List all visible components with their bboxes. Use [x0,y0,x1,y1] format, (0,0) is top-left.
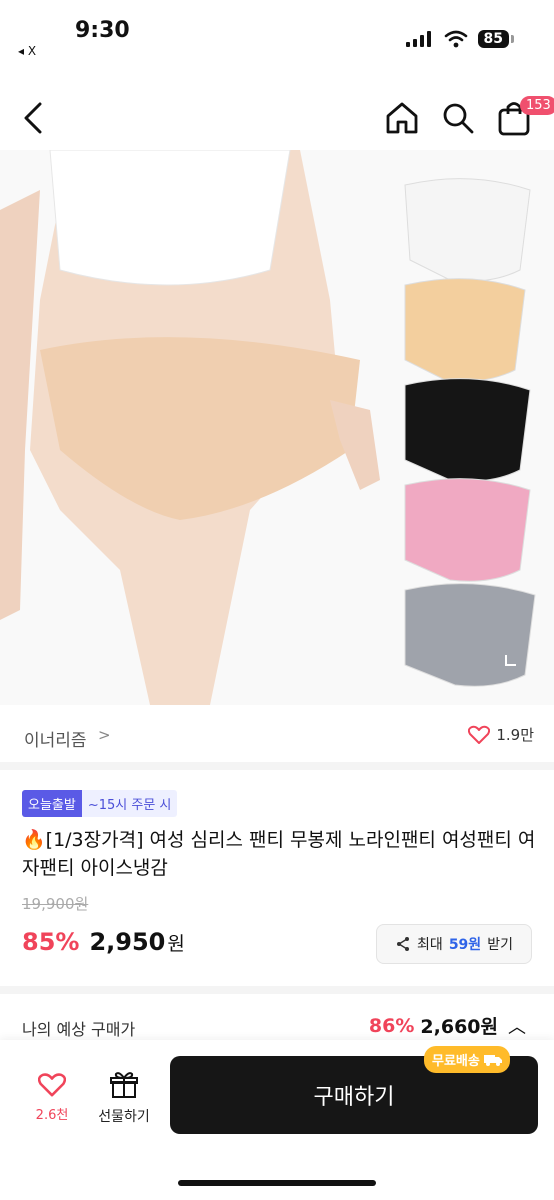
color-swatches [404,178,536,687]
truck-icon [483,1054,502,1066]
estimated-price-label: 나의 예상 구매가 [22,1020,136,1039]
home-icon[interactable] [384,100,420,136]
swatch-gray [404,583,536,687]
top-navigation [0,90,554,146]
battery-indicator: 85 [477,30,509,48]
back-arrow-icon[interactable] [18,98,50,138]
signal-icon [405,31,431,47]
search-icon[interactable] [440,100,476,136]
bottom-like-button[interactable]: 2.6천 [24,1072,80,1123]
coupon-button[interactable]: 최대 59원 받기 [376,924,532,964]
like-count: 1.9만 [496,726,534,744]
currency-unit: 원 [167,933,185,955]
status-bar: 9:30 ◂ X 85 [0,0,554,70]
product-image[interactable] [0,150,554,705]
wifi-icon [444,30,467,48]
battery-tip [511,35,514,43]
heart-icon [37,1073,67,1097]
badge-same-day: 오늘출발 [22,790,82,817]
delivery-badges: 오늘출발 ~15시 주문 시 [22,790,178,817]
back-to-app-link[interactable]: ◂ X [18,44,36,58]
coupon-prefix: 최대 [417,937,443,953]
free-shipping-label: 무료배송 [432,1054,480,1069]
estimated-discount: 86% [368,1014,415,1037]
bottom-action-bar: 2.6천 선물하기 구매하기 무료배송 [0,1040,554,1200]
product-title: 🔥[1/3장가격] 여성 심리스 팬티 무봉제 노라인팬티 여성팬티 여자팬티 … [22,829,536,879]
swatch-pink [404,478,531,582]
gift-label: 선물하기 [98,1109,150,1125]
section-divider [0,986,554,994]
original-price: 19,900원 [22,895,89,913]
home-indicator [178,1180,376,1186]
price-row: 85% 2,950 원 [22,928,185,956]
bottom-like-count: 2.6천 [35,1108,69,1123]
heart-icon [468,725,491,744]
white-crop-top [49,150,291,286]
estimated-price-values: 86% 2,660원 ︿ [369,1012,526,1039]
status-time: 9:30 [75,18,130,43]
gift-button[interactable]: 선물하기 [92,1070,156,1126]
free-shipping-badge: 무료배송 [424,1046,510,1073]
brand-row[interactable]: 이너리즘 > 1.9만 [0,718,554,758]
product-photo [0,150,554,705]
section-divider [0,762,554,770]
cart-count-badge: 153 [520,96,554,115]
sale-price: 2,950 [89,928,166,956]
swatch-white [404,178,531,282]
chevron-up-icon[interactable]: ︿ [508,1013,526,1039]
gift-icon [110,1072,138,1098]
like-button[interactable]: 1.9만 [468,724,534,745]
badge-order-cutoff: ~15시 주문 시 [81,790,178,817]
chevron-right-icon: > [98,726,111,744]
brand-name[interactable]: 이너리즘 [24,726,87,751]
estimated-price: 2,660원 [420,1016,498,1038]
discount-rate: 85% [22,928,80,956]
swatch-beige [404,278,526,382]
share-icon [397,937,410,951]
swatch-black [404,378,531,482]
coupon-suffix: 받기 [487,937,513,953]
system-icons: 85 [405,30,514,48]
coupon-amount: 59원 [448,937,482,953]
